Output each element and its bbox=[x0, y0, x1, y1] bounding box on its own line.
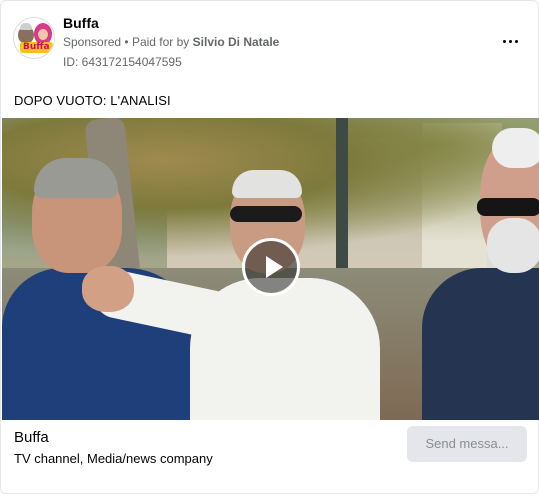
man-center-hand-microphone bbox=[82, 266, 134, 312]
more-dot-icon bbox=[502, 39, 506, 43]
play-button[interactable] bbox=[242, 238, 300, 296]
more-dot-icon bbox=[508, 39, 512, 43]
sponsored-line: Sponsored • Paid for by Silvio Di Natale bbox=[63, 35, 279, 49]
ad-card: Buffa Buffa Sponsored • Paid for by Silv… bbox=[0, 0, 539, 494]
separator-dot: • bbox=[124, 35, 129, 49]
payer-name: Silvio Di Natale bbox=[192, 35, 280, 49]
lamp-pole bbox=[336, 118, 348, 288]
page-avatar[interactable]: Buffa bbox=[13, 17, 55, 59]
page-name-link[interactable]: Buffa bbox=[63, 15, 99, 31]
man-right-sunglasses bbox=[477, 198, 539, 216]
avatar-logo: Buffa bbox=[20, 42, 53, 53]
man-right-beard bbox=[487, 218, 539, 273]
footer-page-name[interactable]: Buffa bbox=[14, 429, 49, 446]
post-text: DOPO VUOTO: L'ANALISI bbox=[14, 93, 171, 108]
man-center-sunglasses bbox=[230, 206, 302, 222]
man-right-hair bbox=[492, 128, 539, 168]
video-thumbnail[interactable] bbox=[2, 118, 539, 420]
sponsored-label: Sponsored bbox=[63, 35, 122, 49]
send-message-button[interactable]: Send messa... bbox=[407, 426, 527, 462]
footer-page-category: TV channel, Media/news company bbox=[14, 451, 213, 466]
paid-for-label: Paid for by bbox=[131, 35, 190, 49]
man-left-hair bbox=[34, 158, 118, 198]
man-center-hair bbox=[232, 170, 302, 198]
more-dot-icon bbox=[514, 39, 518, 43]
play-icon bbox=[266, 256, 283, 278]
more-options-button[interactable] bbox=[498, 29, 522, 53]
ad-id: ID: 643172154047595 bbox=[63, 55, 182, 69]
man-right-shirt bbox=[422, 268, 539, 420]
